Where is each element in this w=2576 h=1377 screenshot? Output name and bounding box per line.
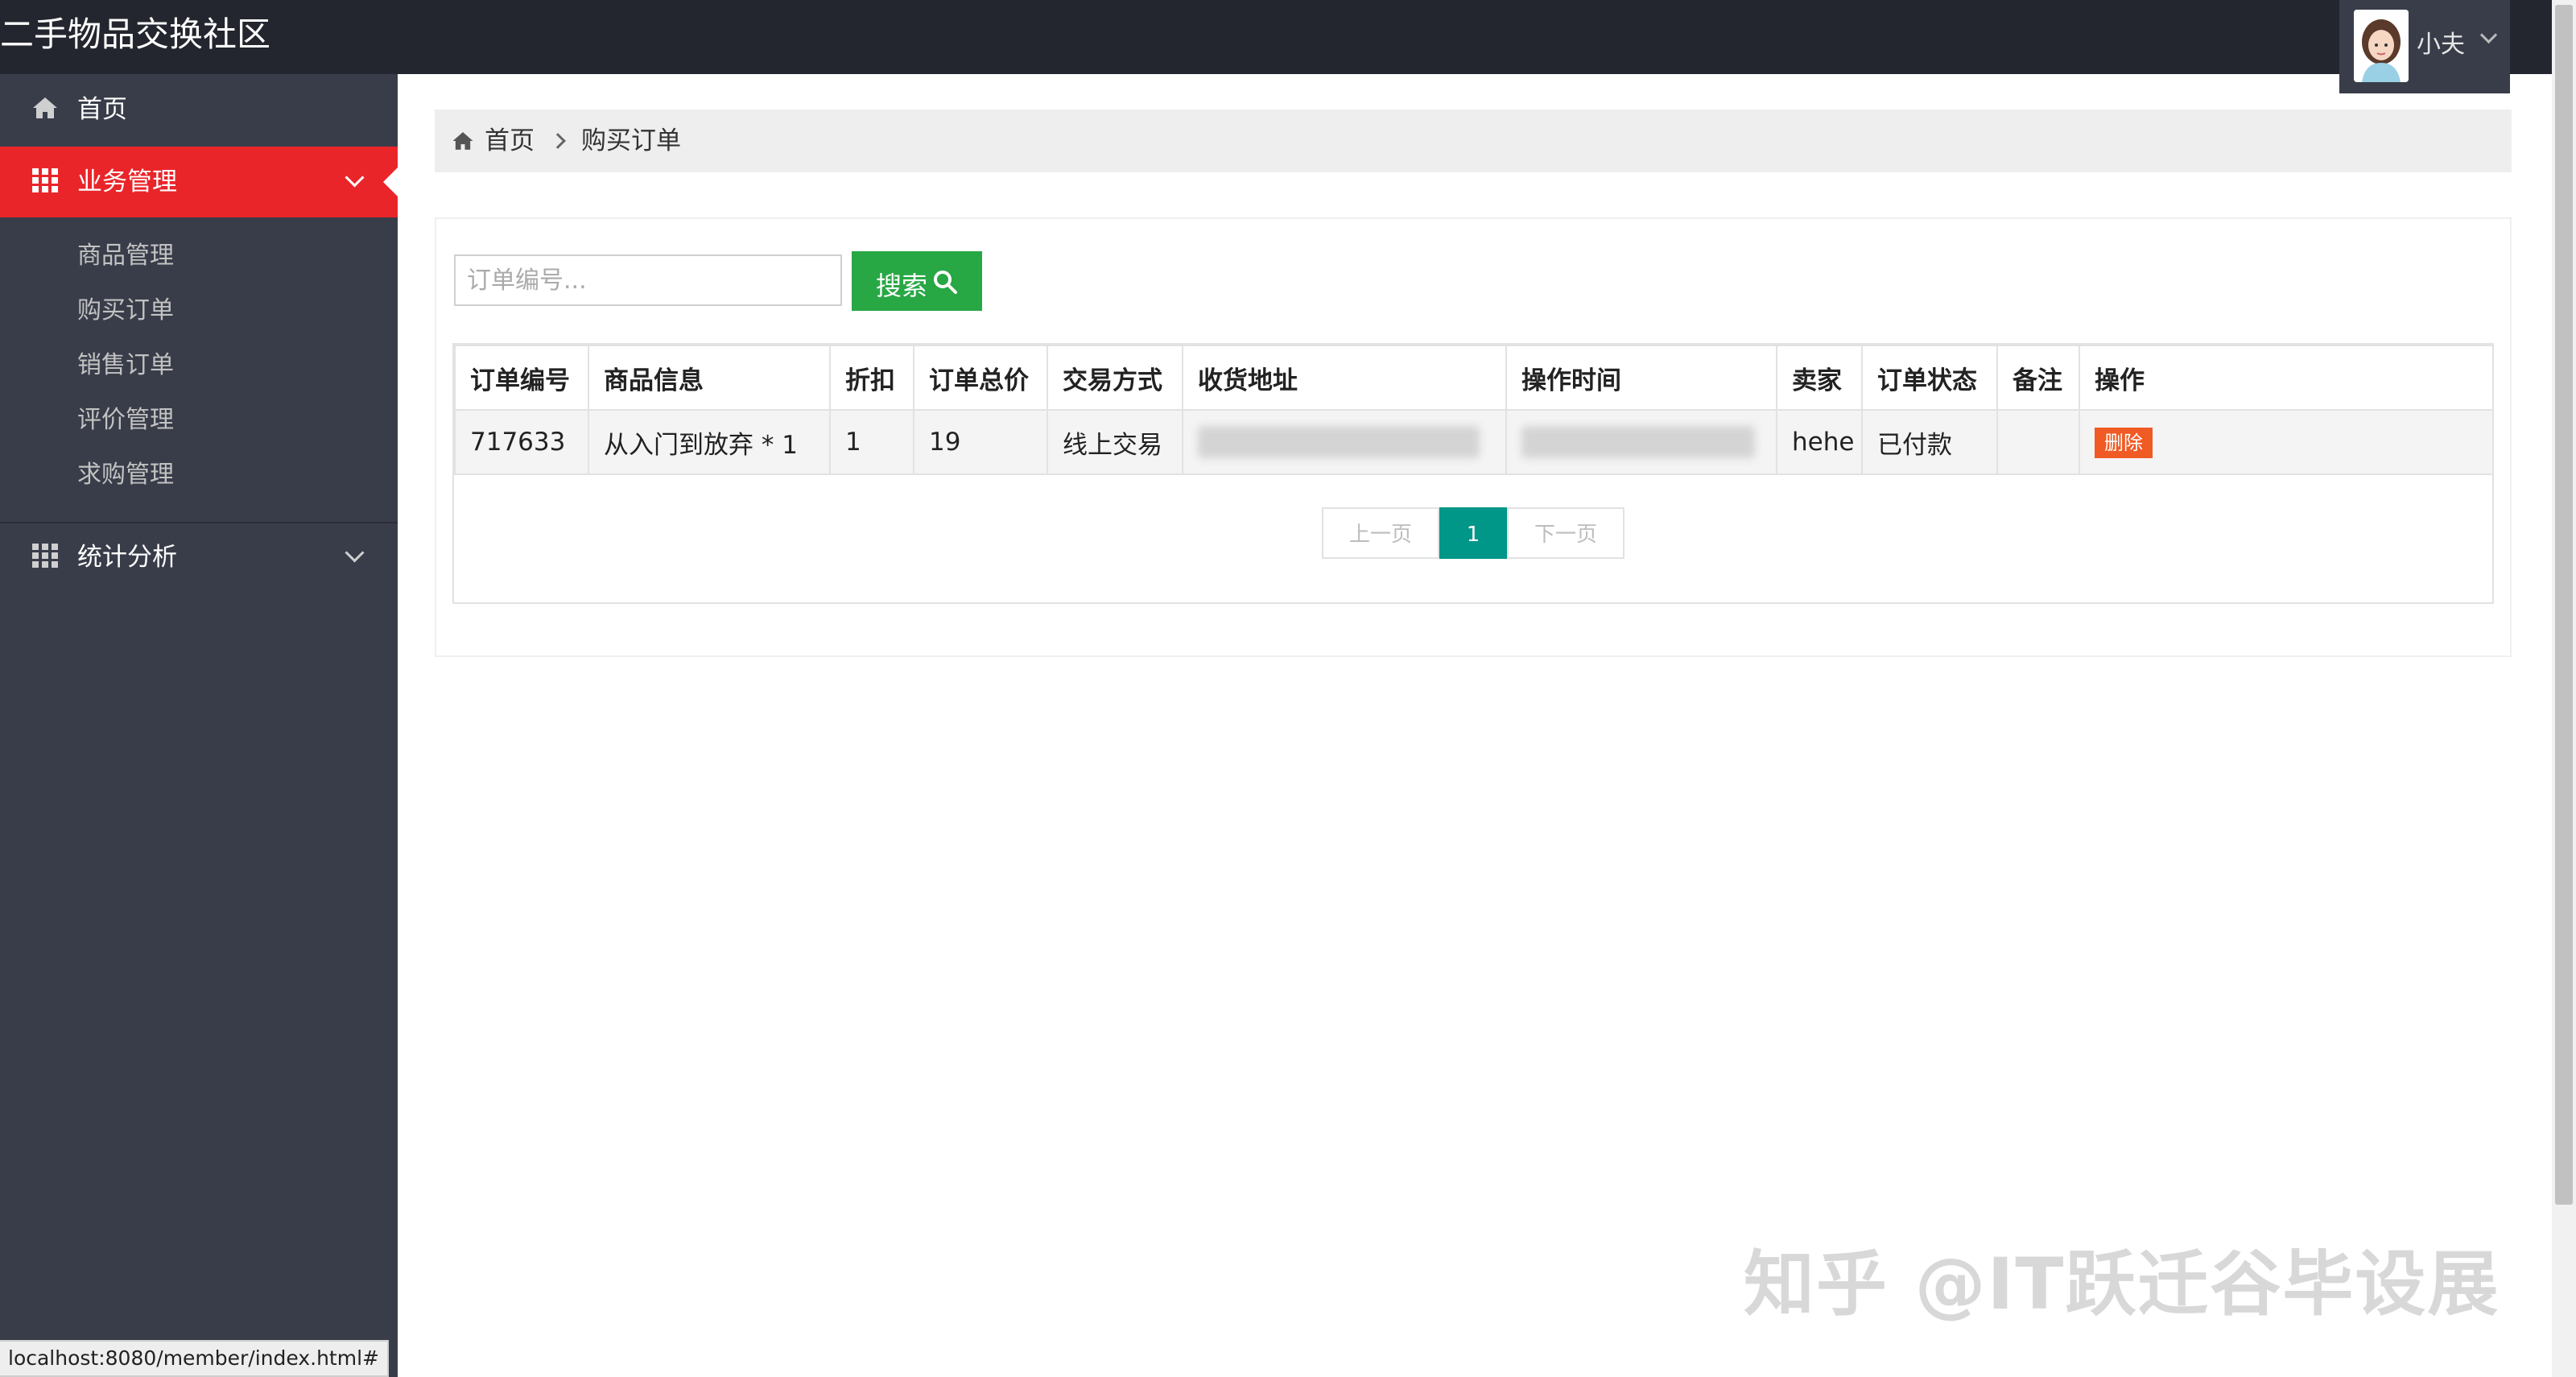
grid-icon: [32, 168, 58, 192]
column-header: 备注: [1996, 345, 2080, 411]
search-button-label: 搜索: [876, 271, 928, 301]
sidebar-item-label: 首页: [77, 95, 127, 124]
sidebar-subitem-sales-orders[interactable]: 销售订单: [77, 349, 174, 382]
next-page-button[interactable]: 下一页: [1507, 507, 1624, 559]
sidebar-item-home[interactable]: 首页: [0, 74, 398, 145]
scrollbar-thumb[interactable]: [2555, 5, 2573, 1205]
orders-table: 订单编号 商品信息 折扣 订单总价 交易方式 收货地址 操作时间 卖家 订单状态…: [454, 345, 2494, 475]
sidebar-item-label: 统计分析: [77, 543, 177, 572]
table-header-row: 订单编号 商品信息 折扣 订单总价 交易方式 收货地址 操作时间 卖家 订单状态…: [454, 345, 2494, 411]
search-icon: [934, 271, 957, 294]
sidebar-subitem-purchase-orders[interactable]: 购买订单: [77, 295, 174, 327]
order-number-cell: 717633: [454, 409, 589, 475]
redacted-address: [1198, 426, 1480, 458]
delete-button[interactable]: 删除: [2095, 427, 2153, 458]
redacted-time: [1521, 426, 1755, 458]
top-header: 二手物品交换社区: [0, 0, 2552, 74]
home-icon: [452, 132, 473, 150]
sidebar: 首页 业务管理 商品管理 购买订单 销售订单 评价管理 求购管理 统计分析: [0, 74, 398, 1377]
column-header: 卖家: [1776, 345, 1863, 411]
user-menu[interactable]: 小夫: [2339, 0, 2510, 93]
sidebar-item-statistics[interactable]: 统计分析: [0, 522, 398, 593]
user-avatar[interactable]: [2354, 10, 2409, 82]
sidebar-item-business[interactable]: 业务管理: [0, 147, 398, 217]
prev-page-button[interactable]: 上一页: [1322, 507, 1439, 559]
user-name[interactable]: 小夫: [2417, 24, 2465, 60]
chevron-down-icon: [345, 543, 365, 563]
address-cell: [1182, 409, 1507, 475]
column-header: 订单总价: [913, 345, 1048, 411]
grid-icon: [32, 544, 58, 568]
status-cell: 已付款: [1861, 409, 1998, 475]
home-icon: [33, 97, 57, 118]
search-input[interactable]: [454, 254, 842, 306]
column-header: 折扣: [829, 345, 914, 411]
action-cell: 删除: [2079, 409, 2494, 475]
column-header: 收货地址: [1182, 345, 1507, 411]
breadcrumb-current: 购买订单: [581, 126, 681, 155]
sidebar-item-label: 业务管理: [77, 167, 177, 196]
column-header: 交易方式: [1046, 345, 1183, 411]
column-header: 操作: [2079, 345, 2494, 411]
watermark-text: 知乎 @IT跃迁谷毕设展: [1744, 1243, 2500, 1325]
search-button[interactable]: 搜索: [852, 251, 982, 311]
page-1-button[interactable]: 1: [1439, 507, 1507, 559]
column-header: 操作时间: [1505, 345, 1777, 411]
breadcrumb: 首页 购买订单: [435, 110, 2512, 172]
column-header: 订单状态: [1861, 345, 1998, 411]
chevron-down-icon[interactable]: [2479, 26, 2498, 44]
trade-method-cell: 线上交易: [1046, 409, 1183, 475]
vertical-scrollbar[interactable]: [2552, 0, 2576, 1377]
chevron-right-icon: [550, 133, 566, 149]
discount-cell: 1: [829, 409, 914, 475]
remark-cell: [1996, 409, 2080, 475]
sidebar-subitem-products[interactable]: 商品管理: [77, 240, 174, 272]
orders-table-container: 订单编号 商品信息 折扣 订单总价 交易方式 收货地址 操作时间 卖家 订单状态…: [452, 343, 2494, 604]
table-row: 717633 从入门到放弃 * 1 1 19 线上交易 hehe 已付款 删除: [454, 409, 2494, 475]
sidebar-subitem-wanted[interactable]: 求购管理: [77, 459, 174, 491]
total-price-cell: 19: [913, 409, 1048, 475]
browser-status-bar: localhost:8080/member/index.html#: [0, 1340, 389, 1377]
operation-time-cell: [1505, 409, 1777, 475]
seller-cell: hehe: [1776, 409, 1863, 475]
breadcrumb-home-link[interactable]: 首页: [485, 110, 535, 172]
sidebar-subitem-reviews[interactable]: 评价管理: [77, 404, 174, 436]
app-title: 二手物品交换社区: [0, 14, 271, 54]
avatar-icon: [2354, 10, 2409, 82]
column-header: 商品信息: [588, 345, 831, 411]
chevron-down-icon: [345, 167, 365, 188]
product-info-cell: 从入门到放弃 * 1: [588, 409, 831, 475]
column-header: 订单编号: [454, 345, 589, 411]
